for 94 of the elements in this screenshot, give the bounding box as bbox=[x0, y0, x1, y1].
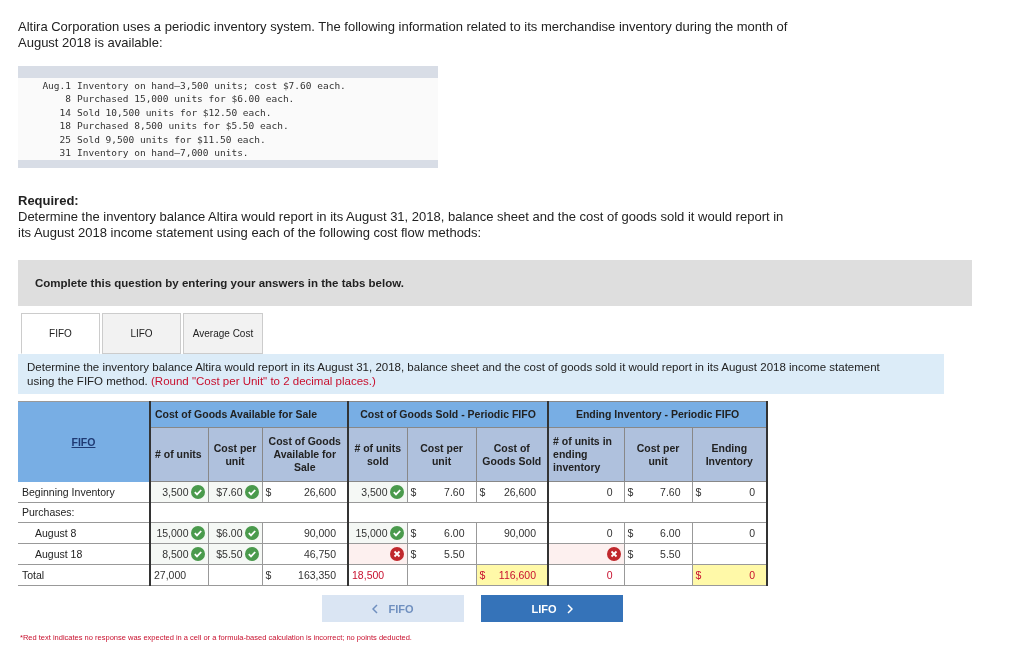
cell-value: 90,000 bbox=[503, 526, 538, 540]
cell-value: 0 bbox=[606, 526, 614, 540]
cell-value: 8,500 bbox=[162, 547, 189, 561]
column-header: # of units bbox=[154, 448, 203, 462]
date-label: 25 bbox=[58, 132, 71, 147]
cell-value: $6.00 bbox=[216, 526, 243, 540]
group-header: Ending Inventory - Periodic FIFO bbox=[574, 408, 741, 422]
required-text: Determine the inventory balance Altira would report in its August 31, 2018, balance sheet and the cost of goods sold it would report in its August 2018 income statement using each of the following cost flow methods: bbox=[18, 209, 785, 242]
cell-value: 27,000 bbox=[154, 568, 188, 582]
cell-value: 26,600 bbox=[503, 485, 538, 499]
date-label: 8 bbox=[64, 92, 71, 106]
transaction-text: Inventory on hand—3,500 units; cost $7.60 each. bbox=[77, 79, 346, 93]
row-label: Beginning Inventory bbox=[21, 485, 116, 499]
cell-value: 7.60 bbox=[660, 485, 682, 499]
fifo-header: FIFO bbox=[71, 435, 96, 448]
table-cell[interactable]: $7.60 bbox=[208, 482, 262, 503]
tab[interactable]: Average Cost bbox=[183, 313, 263, 355]
cell-value: 116,600 bbox=[498, 568, 538, 582]
transaction-text: Purchased 8,500 units for $5.50 each. bbox=[77, 119, 289, 133]
cell-value: 6.00 bbox=[444, 526, 466, 540]
cell-value: 90,000 bbox=[303, 526, 338, 540]
row-label: Total bbox=[21, 568, 46, 582]
column-header: Cost of Goods Sold bbox=[481, 441, 543, 468]
transaction-text: Sold 9,500 units for $11.50 each. bbox=[77, 132, 266, 147]
question-prompt: Determine the inventory balance Altira would report in its August 31, 2018, balance sheet and the cost of goods sold it would report in its August 2018 income statement using the FIFO method. (Round "Cost per Unit" to 2 decimal places.) bbox=[18, 354, 944, 395]
row-label: August 18 bbox=[34, 547, 84, 561]
currency-sign: $ bbox=[410, 526, 417, 540]
table-cell[interactable]: $6.00 bbox=[208, 523, 262, 544]
currency-sign: $ bbox=[265, 568, 272, 582]
cell-value: 0 bbox=[749, 526, 757, 540]
group-header: Cost of Goods Available for Sale bbox=[154, 408, 318, 422]
column-header: Cost of Goods Available for Sale bbox=[267, 435, 342, 475]
cell-value: 15,000 bbox=[355, 526, 388, 540]
cell-value: 0 bbox=[606, 485, 614, 499]
row-label: August 8 bbox=[34, 526, 78, 540]
column-header: Cost per unit bbox=[635, 441, 681, 468]
column-header: # of units in ending inventory bbox=[552, 435, 613, 475]
column-header: # of units sold bbox=[353, 441, 403, 468]
table-cell[interactable]: $5.50 bbox=[208, 544, 262, 565]
column-header: Ending Inventory bbox=[704, 441, 754, 468]
currency-sign: $ bbox=[627, 485, 634, 499]
cell-value: 7.60 bbox=[444, 485, 466, 499]
date-label: 18 bbox=[58, 119, 71, 133]
currency-sign: $ bbox=[479, 485, 486, 499]
cell-value: 0 bbox=[749, 485, 757, 499]
table-cell[interactable]: $ 0 bbox=[692, 565, 767, 586]
date-label: 31 bbox=[58, 146, 71, 160]
cell-value: 15,000 bbox=[156, 526, 189, 540]
cell-value: $7.60 bbox=[216, 485, 243, 499]
table-cell[interactable]: $ 116,600 bbox=[476, 565, 548, 586]
cell-value: $5.50 bbox=[216, 547, 243, 561]
next-button[interactable]: LIFO bbox=[481, 595, 623, 623]
transaction-text: Purchased 15,000 units for $6.00 each. bbox=[77, 92, 295, 106]
chevron-left-icon bbox=[372, 603, 379, 614]
date-label: Aug.1 bbox=[41, 79, 71, 93]
group-header: Cost of Goods Sold - Periodic FIFO bbox=[359, 408, 537, 422]
currency-sign: $ bbox=[695, 568, 702, 582]
currency-sign: $ bbox=[627, 547, 634, 561]
column-header: Cost per unit bbox=[419, 441, 464, 468]
table-cell[interactable]: 15,000 bbox=[349, 523, 407, 544]
instruction-banner: Complete this question by entering your answers in the tabs below. bbox=[18, 260, 972, 307]
transaction-text: Inventory on hand—7,000 units. bbox=[77, 146, 249, 160]
table-cell[interactable]: 15,000 bbox=[151, 523, 208, 544]
currency-sign: $ bbox=[627, 526, 634, 540]
date-label: 14 bbox=[58, 105, 71, 120]
intro-text: Altira Corporation uses a periodic inventory system. The following information related to its merchandise inventory during the month of August 2018 is available: bbox=[18, 19, 789, 51]
table-cell[interactable]: 3,500 bbox=[349, 482, 407, 503]
currency-sign: $ bbox=[410, 485, 417, 499]
currency-sign: $ bbox=[695, 485, 702, 499]
currency-sign: $ bbox=[479, 568, 486, 582]
currency-sign: $ bbox=[410, 547, 417, 561]
table-cell[interactable] bbox=[349, 544, 407, 565]
table-cell[interactable]: 3,500 bbox=[151, 482, 208, 503]
cell-value: 18,500 bbox=[352, 568, 386, 582]
tab[interactable]: LIFO bbox=[102, 313, 181, 355]
chevron-right-icon bbox=[566, 603, 573, 614]
row-label: Purchases: bbox=[21, 506, 76, 520]
cell-value: 0 bbox=[749, 568, 757, 582]
currency-sign: $ bbox=[265, 485, 272, 499]
cell-value: 3,500 bbox=[361, 485, 388, 499]
cell-value: 26,600 bbox=[303, 485, 338, 499]
table-cell[interactable] bbox=[549, 544, 624, 565]
cell-value: 46,750 bbox=[303, 547, 338, 561]
cell-value: 5.50 bbox=[660, 547, 682, 561]
cell-value: 3,500 bbox=[162, 485, 189, 499]
tab[interactable]: FIFO bbox=[21, 313, 100, 355]
cell-value: 6.00 bbox=[660, 526, 682, 540]
cell-value: 5.50 bbox=[444, 547, 466, 561]
table-cell[interactable]: 8,500 bbox=[151, 544, 208, 565]
column-header: Cost per unit bbox=[212, 441, 258, 468]
required-heading: Required: bbox=[18, 193, 80, 210]
cell-value: 163,350 bbox=[298, 568, 338, 582]
transaction-text: Sold 10,500 units for $12.50 each. bbox=[77, 105, 272, 120]
cell-value: 0 bbox=[606, 568, 614, 582]
